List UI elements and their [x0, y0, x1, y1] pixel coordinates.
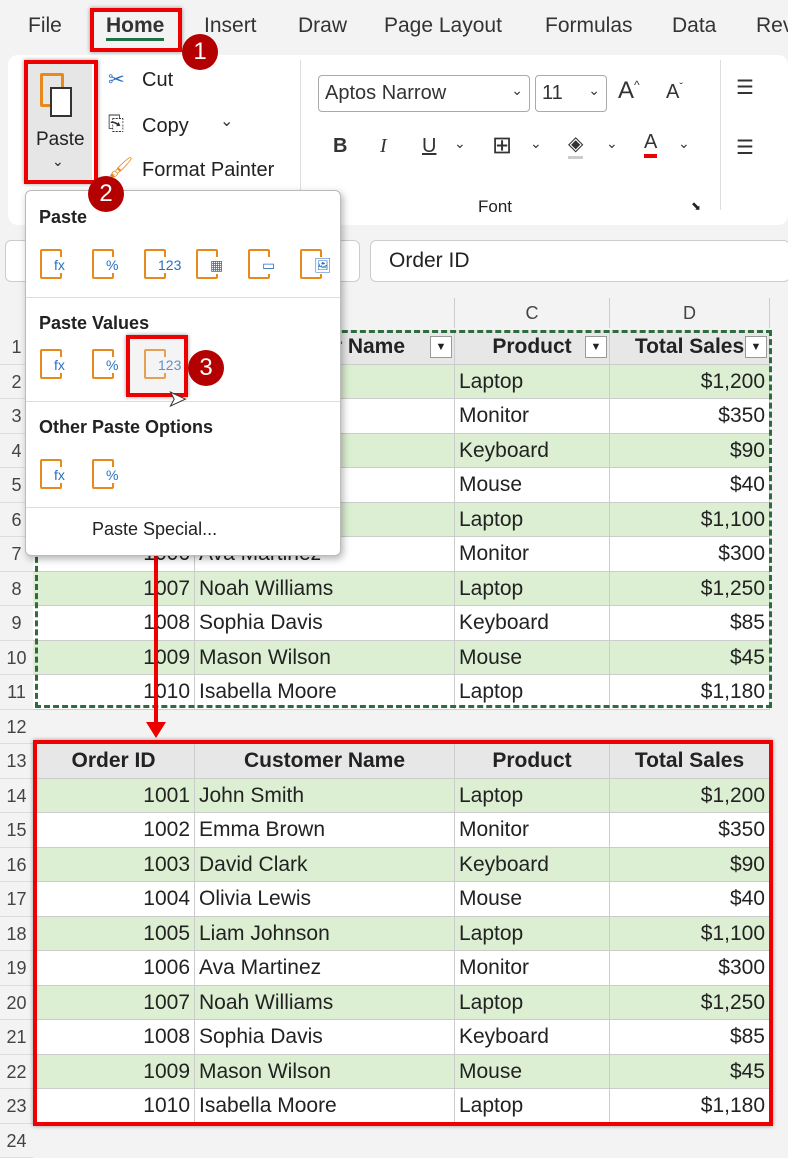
keep-source-formatting-glyph: ▦ [210, 257, 224, 274]
dialog-launcher-icon[interactable]: ⬊ [691, 199, 701, 213]
font-name-select[interactable]: Aptos Narrow ⌄ [318, 75, 530, 112]
paste-option-values-icon[interactable]: fx [38, 343, 78, 383]
chevron-down-icon[interactable]: ⌄ [678, 135, 690, 152]
font-size-select[interactable]: 11 ⌄ [535, 75, 607, 112]
row-header[interactable]: 21 [0, 1020, 33, 1055]
no-borders-glyph: ▭ [262, 257, 276, 274]
row-header[interactable]: 9 [0, 606, 33, 641]
row-header[interactable]: 10 [0, 640, 33, 675]
row-header[interactable]: 14 [0, 778, 33, 813]
format-painter-button[interactable]: Format Painter [142, 159, 274, 182]
copy-icon: ⎘ [108, 113, 124, 135]
row-header[interactable]: 12 [0, 709, 33, 744]
tab-page-layout[interactable]: Page Layout [384, 14, 502, 38]
highlight-home [90, 8, 182, 52]
chevron-down-icon[interactable]: ⌄ [530, 135, 542, 152]
row-header[interactable]: 23 [0, 1089, 33, 1124]
paste-values-header: Paste Values [39, 313, 150, 333]
chevron-down-icon[interactable]: ⌄ [454, 135, 466, 152]
paste-option-keep-column-widths-icon[interactable]: 🖼 [298, 243, 338, 283]
tab-review[interactable]: Rev [756, 14, 788, 38]
chevron-down-icon[interactable]: ⌄ [606, 135, 618, 152]
chevron-down-icon[interactable]: ⌄ [220, 111, 233, 131]
row-header[interactable]: 17 [0, 882, 33, 917]
values-number-formatting-glyph: % [106, 357, 119, 373]
keep-column-widths-glyph: 🖼 [314, 257, 332, 274]
borders-icon[interactable]: ⊞ [492, 131, 512, 160]
step-badge-1: 1 [182, 34, 218, 70]
underline-button[interactable]: U [422, 135, 436, 158]
tab-file[interactable]: File [28, 14, 62, 38]
row-header[interactable]: 16 [0, 847, 33, 882]
formulas-number-formatting-glyph: 123 [158, 257, 182, 273]
column-header[interactable]: C [455, 298, 610, 328]
tab-insert[interactable]: Insert [204, 14, 257, 38]
copy-button[interactable]: Copy [142, 115, 189, 138]
table-row: 12 [0, 709, 772, 744]
paste-option-formulas-icon[interactable]: % [90, 243, 130, 283]
column-header[interactable]: D [610, 298, 770, 328]
table-row: 24 [0, 1123, 772, 1158]
paste-glyph: fx [54, 257, 65, 273]
font-color-icon[interactable]: A [644, 131, 658, 158]
row-header[interactable]: 13 [0, 744, 33, 779]
step-badge-3: 3 [188, 350, 224, 386]
picture-glyph: % [106, 467, 119, 483]
row-header[interactable]: 8 [0, 571, 33, 606]
paste-special-item[interactable]: Paste Special... [92, 519, 217, 540]
highlight-paste [24, 60, 98, 184]
scissors-icon: ✂ [108, 69, 125, 91]
paste-option-values-number-formatting-icon[interactable]: % [90, 343, 130, 383]
tab-draw[interactable]: Draw [298, 14, 347, 38]
paste-option-paste-icon[interactable]: fx [38, 243, 78, 283]
paste-option-formatting-icon[interactable]: fx [38, 453, 78, 493]
tab-data[interactable]: Data [672, 14, 716, 38]
formula-input[interactable]: Order ID [370, 240, 788, 282]
italic-button[interactable]: I [380, 135, 387, 158]
mouse-cursor-icon: ➤ [167, 386, 187, 412]
highlight-pasted-range [33, 740, 773, 1126]
paste-option-keep-source-formatting-icon[interactable]: ▦ [194, 243, 234, 283]
row-header[interactable]: 18 [0, 916, 33, 951]
cut-button[interactable]: Cut [142, 69, 173, 92]
row-header[interactable]: 24 [0, 1123, 33, 1158]
formulas-glyph: % [106, 257, 119, 273]
fill-color-icon[interactable]: ◈ [568, 131, 584, 159]
tab-formulas[interactable]: Formulas [545, 14, 633, 38]
row-header[interactable]: 19 [0, 951, 33, 986]
values-glyph: fx [54, 357, 65, 373]
increase-font-icon[interactable]: A^ [618, 77, 640, 105]
paste-option-picture-icon[interactable]: % [90, 453, 130, 493]
align-top-icon[interactable]: ☰ [736, 75, 754, 100]
row-header[interactable]: 11 [0, 675, 33, 710]
row-header[interactable]: 20 [0, 985, 33, 1020]
row-header[interactable]: 15 [0, 813, 33, 848]
font-group-label: Font [478, 197, 513, 216]
paste-option-no-borders-icon[interactable]: ▭ [246, 243, 286, 283]
step-badge-2: 2 [88, 176, 124, 212]
paste-option-formulas-number-formatting-icon[interactable]: 123 [142, 243, 182, 283]
other-paste-options-header: Other Paste Options [39, 417, 214, 437]
bold-button[interactable]: B [333, 135, 347, 158]
decrease-font-icon[interactable]: Aˇ [666, 81, 683, 104]
paste-section-header: Paste [39, 207, 88, 227]
align-left-icon[interactable]: ☰ [736, 135, 754, 160]
arrow-head-icon [146, 722, 166, 738]
row-header[interactable]: 22 [0, 1054, 33, 1089]
formatting-glyph: fx [54, 467, 65, 483]
